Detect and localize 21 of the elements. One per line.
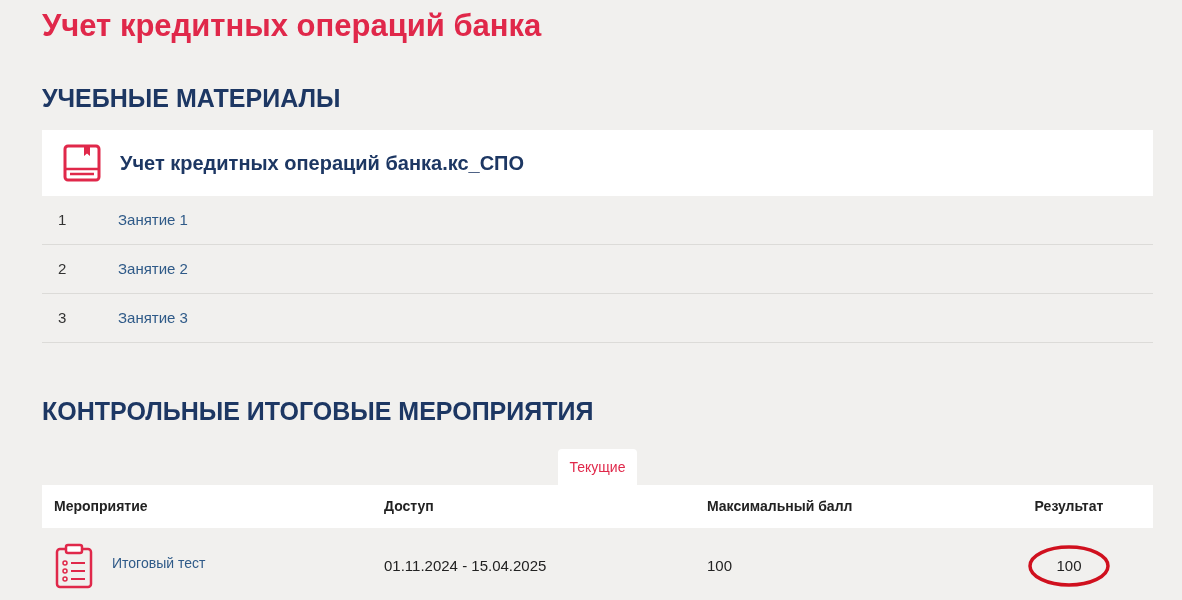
course-title: Учет кредитных операций банка.кс_СПО — [120, 151, 525, 176]
column-header: Максимальный балл — [707, 497, 854, 516]
clipboard-icon — [54, 543, 94, 589]
lesson-link[interactable]: Занятие 3 — [118, 306, 188, 330]
lesson-link[interactable]: Занятие 1 — [118, 208, 188, 232]
table-cell-text: 100 — [707, 555, 734, 576]
event-link[interactable]: Итоговый тест — [112, 552, 206, 574]
table-cell-text: 100 — [1056, 555, 1082, 576]
column-header: Результат — [1034, 497, 1104, 516]
lesson-link[interactable]: Занятие 2 — [118, 257, 188, 281]
page-title: Учет кредитных операций банка — [42, 7, 543, 45]
column-header: Мероприятие — [54, 497, 149, 516]
section-heading: УЧЕБНЫЕ МАТЕРИАЛЫ — [42, 83, 342, 114]
table-cell-text: 01.11.2024 - 15.04.2025 — [384, 555, 548, 576]
book-icon — [62, 143, 102, 183]
section-heading: КОНТРОЛЬНЫЕ ИТОГОВЫЕ МЕРОПРИЯТИЯ — [42, 396, 595, 427]
lesson-number: 2 — [58, 258, 68, 279]
lesson-number: 1 — [58, 209, 68, 230]
column-header: Доступ — [384, 497, 435, 516]
tab[interactable]: Текущие — [557, 449, 638, 485]
lesson-number: 3 — [58, 307, 68, 328]
